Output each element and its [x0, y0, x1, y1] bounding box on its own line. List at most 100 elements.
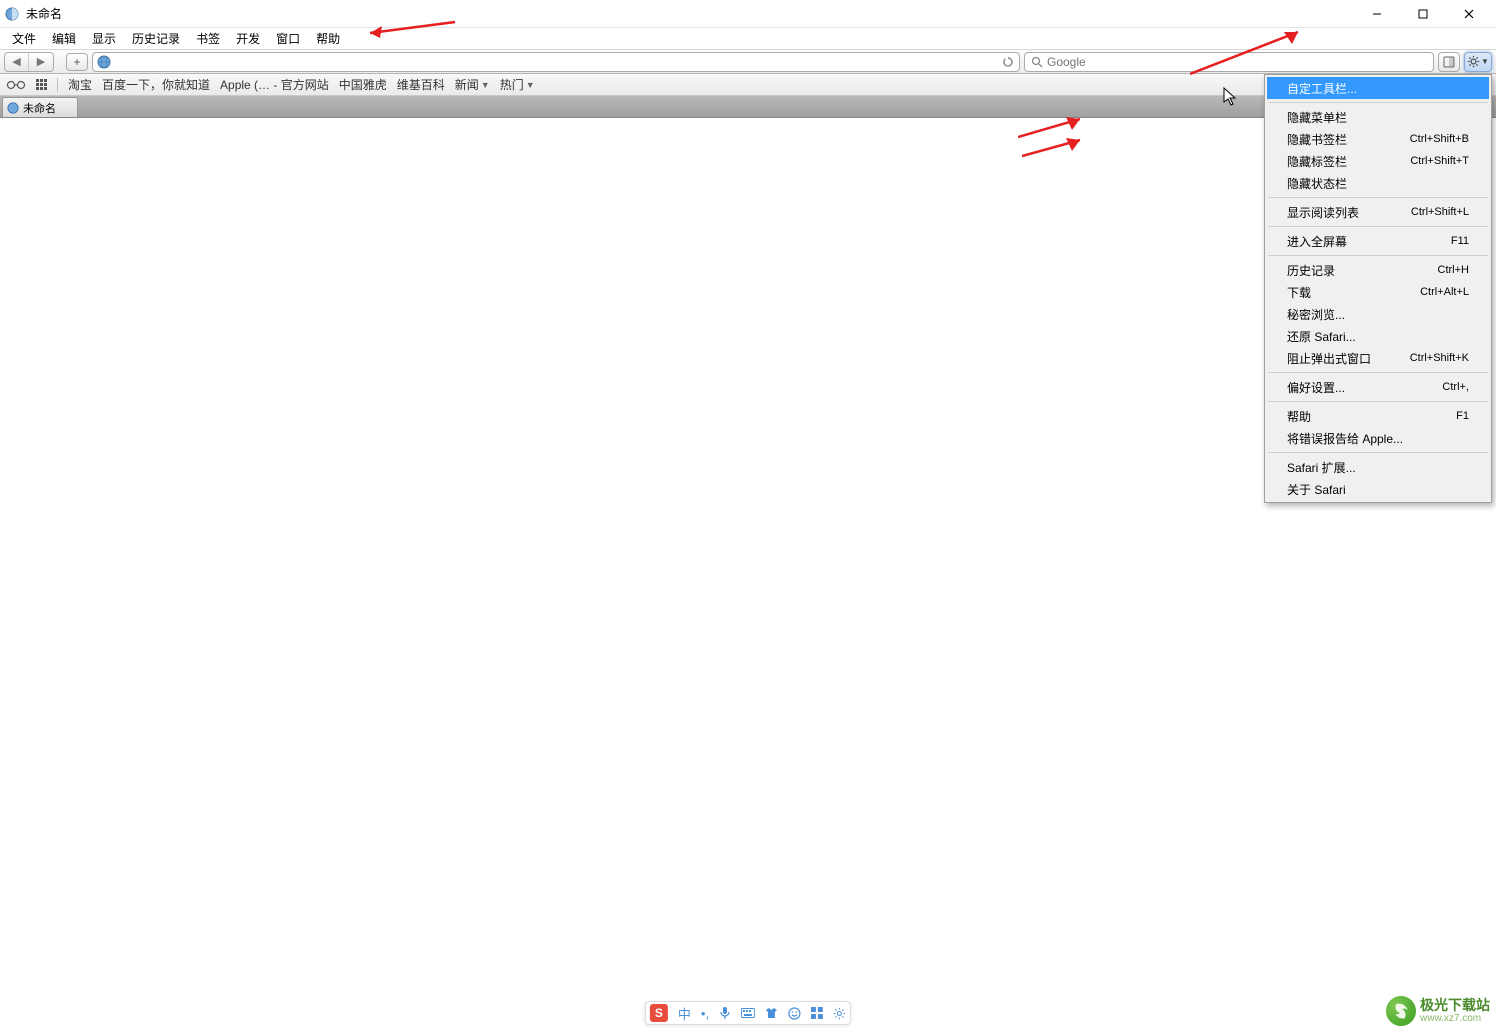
reading-list-button[interactable]: [1438, 52, 1460, 72]
menu-separator: [1268, 372, 1488, 373]
forward-button[interactable]: ▶: [29, 53, 53, 71]
bookmark-item-1[interactable]: 百度一下，你就知道: [102, 76, 210, 93]
menu-item-shortcut: F1: [1456, 410, 1469, 422]
menu-item-label: 隐藏标签栏: [1287, 153, 1347, 170]
settings-gear-button[interactable]: ▼: [1464, 52, 1492, 72]
ime-lang-button[interactable]: 中: [678, 1004, 691, 1023]
search-input[interactable]: [1047, 55, 1427, 69]
search-bar[interactable]: [1024, 52, 1434, 72]
menu-item-label: 自定工具栏...: [1287, 80, 1357, 97]
window-title: 未命名: [26, 5, 1354, 22]
menu-view[interactable]: 显示: [84, 28, 124, 49]
ime-skin-icon[interactable]: [765, 1007, 778, 1019]
menu-develop[interactable]: 开发: [228, 28, 268, 49]
menu-item-shortcut: Ctrl+Shift+L: [1411, 206, 1469, 218]
menu-item-shortcut: F11: [1451, 235, 1469, 247]
menu-separator: [1268, 102, 1488, 103]
bookmark-item-4[interactable]: 维基百科: [397, 76, 445, 93]
ime-keyboard-icon[interactable]: [741, 1008, 755, 1018]
menu-item-5[interactable]: 隐藏状态栏: [1267, 172, 1489, 194]
menu-separator: [1268, 197, 1488, 198]
menu-item-shortcut: Ctrl+Alt+L: [1420, 286, 1469, 298]
menu-item-label: 隐藏状态栏: [1287, 175, 1347, 192]
bookmark-separator: [57, 78, 58, 92]
toolbar: ◀ ▶ + ▼: [0, 50, 1496, 74]
menu-item-15[interactable]: 阻止弹出式窗口Ctrl+Shift+K: [1267, 347, 1489, 369]
menu-bookmarks[interactable]: 书签: [188, 28, 228, 49]
menu-item-shortcut: Ctrl+,: [1442, 381, 1469, 393]
menu-item-11[interactable]: 历史记录Ctrl+H: [1267, 259, 1489, 281]
menu-item-label: 隐藏菜单栏: [1287, 109, 1347, 126]
bookmark-item-2[interactable]: Apple (… - 官方网站: [220, 76, 329, 93]
menu-history[interactable]: 历史记录: [124, 28, 188, 49]
settings-dropdown: 自定工具栏... 隐藏菜单栏隐藏书签栏 Ctrl+Shift+B 隐藏标签栏 Ctrl+…: [1264, 74, 1492, 503]
menu-item-label: 隐藏书签栏: [1287, 131, 1347, 148]
globe-icon: [97, 55, 111, 69]
app-icon: [4, 6, 20, 22]
maximize-button[interactable]: [1400, 0, 1446, 28]
watermark: 极光下载站 www.xz7.com: [1386, 996, 1490, 1026]
menu-item-label: 关于 Safari: [1287, 481, 1346, 498]
watermark-logo-icon: [1386, 996, 1416, 1026]
bookmark-item-6[interactable]: 热门▼: [500, 76, 535, 93]
url-bar[interactable]: [92, 52, 1020, 72]
menu-item-9[interactable]: 进入全屏幕 F11: [1267, 230, 1489, 252]
ime-toolbox-icon[interactable]: [811, 1007, 823, 1019]
menu-item-label: 还原 Safari...: [1287, 328, 1356, 345]
menu-item-shortcut: Ctrl+Shift+B: [1410, 133, 1469, 145]
bookmark-item-3[interactable]: 中国雅虎: [339, 76, 387, 93]
menu-item-label: Safari 扩展...: [1287, 459, 1356, 476]
menubar: 文件 编辑 显示 历史记录 书签 开发 窗口 帮助: [0, 28, 1496, 50]
reading-list-icon[interactable]: [6, 80, 26, 90]
menu-item-17[interactable]: 偏好设置...Ctrl+,: [1267, 376, 1489, 398]
menu-item-20[interactable]: 将错误报告给 Apple...: [1267, 427, 1489, 449]
bookmark-item-0[interactable]: 淘宝: [68, 76, 92, 93]
gear-icon: [1467, 55, 1480, 68]
ime-toolbar: S 中 •,: [645, 1001, 851, 1025]
menu-item-shortcut: Ctrl+H: [1438, 264, 1469, 276]
menu-separator: [1268, 226, 1488, 227]
watermark-name: 极光下载站: [1420, 998, 1490, 1013]
menu-item-19[interactable]: 帮助F1: [1267, 405, 1489, 427]
menu-item-22[interactable]: Safari 扩展...: [1267, 456, 1489, 478]
reload-icon[interactable]: [1001, 55, 1015, 69]
menu-item-label: 下载: [1287, 284, 1311, 301]
menu-item-label: 进入全屏幕: [1287, 233, 1347, 250]
menu-edit[interactable]: 编辑: [44, 28, 84, 49]
add-bookmark-button[interactable]: +: [66, 53, 88, 71]
menu-item-7[interactable]: 显示阅读列表Ctrl+Shift+L: [1267, 201, 1489, 223]
url-input[interactable]: [115, 55, 1001, 69]
ime-punct-icon[interactable]: •,: [701, 1006, 709, 1021]
menu-item-13[interactable]: 秘密浏览...: [1267, 303, 1489, 325]
menu-item-0[interactable]: 自定工具栏...: [1267, 77, 1489, 99]
menu-help[interactable]: 帮助: [308, 28, 348, 49]
menu-item-4[interactable]: 隐藏标签栏 Ctrl+Shift+T: [1267, 150, 1489, 172]
menu-item-2[interactable]: 隐藏菜单栏: [1267, 106, 1489, 128]
tab-title: 未命名: [23, 100, 56, 116]
menu-item-label: 秘密浏览...: [1287, 306, 1345, 323]
close-button[interactable]: [1446, 0, 1492, 28]
back-button[interactable]: ◀: [5, 53, 29, 71]
ime-emoji-icon[interactable]: [788, 1007, 801, 1020]
search-icon: [1031, 56, 1043, 68]
menu-separator: [1268, 401, 1488, 402]
tab-0[interactable]: 未命名: [2, 97, 78, 117]
ime-logo-icon[interactable]: S: [650, 1004, 668, 1022]
menu-separator: [1268, 255, 1488, 256]
bookmark-item-5[interactable]: 新闻▼: [455, 76, 490, 93]
watermark-url: www.xz7.com: [1420, 1013, 1490, 1024]
globe-icon: [7, 102, 19, 114]
minimize-button[interactable]: [1354, 0, 1400, 28]
menu-file[interactable]: 文件: [4, 28, 44, 49]
menu-item-3[interactable]: 隐藏书签栏 Ctrl+Shift+B: [1267, 128, 1489, 150]
menu-item-shortcut: Ctrl+Shift+T: [1410, 155, 1469, 167]
top-sites-icon[interactable]: [36, 79, 47, 90]
ime-mic-icon[interactable]: [719, 1006, 731, 1020]
chevron-down-icon: ▼: [1481, 57, 1489, 66]
menu-item-14[interactable]: 还原 Safari...: [1267, 325, 1489, 347]
window-controls: [1354, 0, 1492, 28]
ime-settings-icon[interactable]: [833, 1007, 846, 1020]
menu-item-23[interactable]: 关于 Safari: [1267, 478, 1489, 500]
menu-item-12[interactable]: 下载 Ctrl+Alt+L: [1267, 281, 1489, 303]
menu-window[interactable]: 窗口: [268, 28, 308, 49]
